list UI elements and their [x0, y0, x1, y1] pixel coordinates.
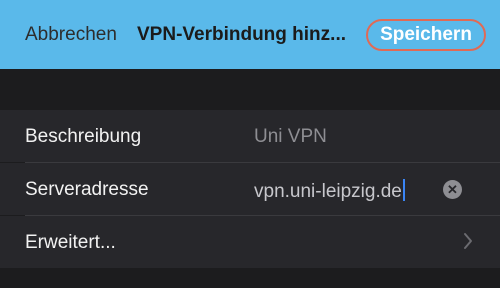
- advanced-label: Erweitert...: [25, 232, 116, 253]
- navigation-bar: Abbrechen VPN-Verbindung hinz... Speiche…: [0, 0, 500, 69]
- server-address-value: vpn.uni-leipzig.de: [254, 181, 402, 202]
- cancel-button[interactable]: Abbrechen: [25, 24, 117, 46]
- server-address-row[interactable]: Serveradresse vpn.uni-leipzig.de ✕: [0, 163, 500, 215]
- server-address-field[interactable]: vpn.uni-leipzig.de: [254, 179, 405, 203]
- advanced-row[interactable]: Erweitert...: [0, 216, 500, 268]
- clear-circle-icon[interactable]: ✕: [443, 180, 462, 199]
- description-row[interactable]: Beschreibung Uni VPN: [0, 110, 500, 162]
- section-spacer: [0, 69, 500, 109]
- page-title: VPN-Verbindung hinz...: [137, 24, 346, 45]
- vpn-add-connection-screen: Abbrechen VPN-Verbindung hinz... Speiche…: [0, 0, 500, 288]
- chevron-right-icon: [464, 233, 472, 249]
- server-address-label: Serveradresse: [25, 179, 149, 200]
- description-label: Beschreibung: [25, 126, 142, 147]
- save-button[interactable]: Speichern: [366, 19, 486, 51]
- bottom-spacer: [0, 268, 500, 288]
- text-cursor: [402, 179, 405, 201]
- description-field[interactable]: Uni VPN: [254, 126, 327, 148]
